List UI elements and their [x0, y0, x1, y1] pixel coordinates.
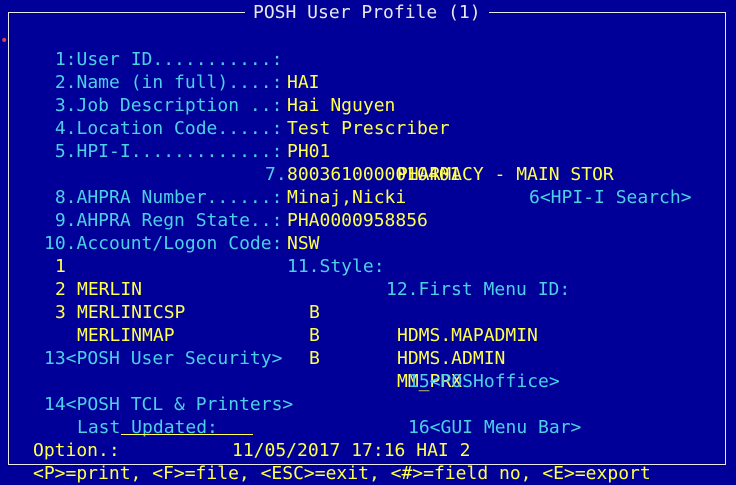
- field-7-label: 7.: [265, 164, 287, 185]
- account-menu-id[interactable]: HDMS.ADMIN: [397, 347, 505, 370]
- last-updated-value: 11/05/2017 17:16 HAI 2: [232, 440, 471, 461]
- field-user-id-label: 1:User ID...........:: [44, 49, 283, 70]
- footer-help-row: <P>=print, <F>=file, <ESC>=exit, <#>=fie…: [0, 439, 651, 485]
- field-ahpra-state-value[interactable]: NSW: [287, 232, 320, 255]
- gui-menu-bar-action[interactable]: 16<GUI Menu Bar>: [408, 416, 581, 439]
- field-ahpra-number-label: 8.AHPRA Number......:: [44, 187, 283, 208]
- option-input[interactable]: [121, 416, 253, 439]
- field-job-description-label: 3.Job Description ..:: [44, 95, 283, 116]
- posh-tcl-printers-action[interactable]: 14<POSH TCL & Printers>: [44, 393, 293, 416]
- account-code[interactable]: MERLINMAP: [77, 324, 175, 347]
- field-7-value[interactable]: Minaj,Nicki: [287, 186, 406, 209]
- field-location-code-label: 4.Location Code.....:: [44, 118, 283, 139]
- hpi-i-search-action[interactable]: 6<HPI-I Search>: [529, 186, 692, 209]
- field-hpi-i-value[interactable]: 8003610000010401: [287, 163, 460, 186]
- field-location-code-value[interactable]: PH01: [287, 140, 330, 163]
- account-logon-code-label[interactable]: 10.Account/Logon Code:: [44, 232, 282, 255]
- posh-user-security-action[interactable]: 13<POSH User Security>: [44, 347, 282, 370]
- window-title: POSH User Profile (1): [245, 1, 489, 24]
- field-hpi-i-label: 5.HPI-I.............:: [44, 141, 283, 162]
- account-style[interactable]: B: [309, 324, 320, 347]
- style-label[interactable]: 11.Style:: [287, 255, 385, 278]
- account-number: 2: [55, 279, 66, 300]
- field-job-description-value[interactable]: Test Prescriber: [287, 117, 450, 140]
- account-style[interactable]: B: [309, 347, 320, 370]
- account-menu-id[interactable]: HDMS.MAPADMIN: [397, 324, 538, 347]
- account-code[interactable]: MERLINICSP: [77, 301, 185, 324]
- first-menu-id-label[interactable]: 12.First Menu ID:: [386, 278, 570, 301]
- field-ahpra-state-label: 9.AHPRA Regn State..:: [44, 210, 283, 231]
- field-user-id-value[interactable]: HAI: [287, 71, 320, 94]
- field-ahpra-number-value[interactable]: PHA0000958856: [287, 209, 428, 232]
- footer-help-text: <P>=print, <F>=file, <ESC>=exit, <#>=fie…: [33, 463, 651, 484]
- field-name-value[interactable]: Hai Nguyen: [287, 94, 395, 117]
- account-number: 1: [55, 256, 66, 277]
- field-name-label: 2.Name (in full)....:: [44, 72, 283, 93]
- poshoffice-action[interactable]: 15<POSHoffice>: [408, 370, 560, 393]
- account-style[interactable]: B: [309, 301, 320, 324]
- account-code[interactable]: MERLIN: [77, 278, 142, 301]
- option-prompt-label: Option.:: [33, 440, 120, 461]
- account-number: 3: [55, 302, 66, 323]
